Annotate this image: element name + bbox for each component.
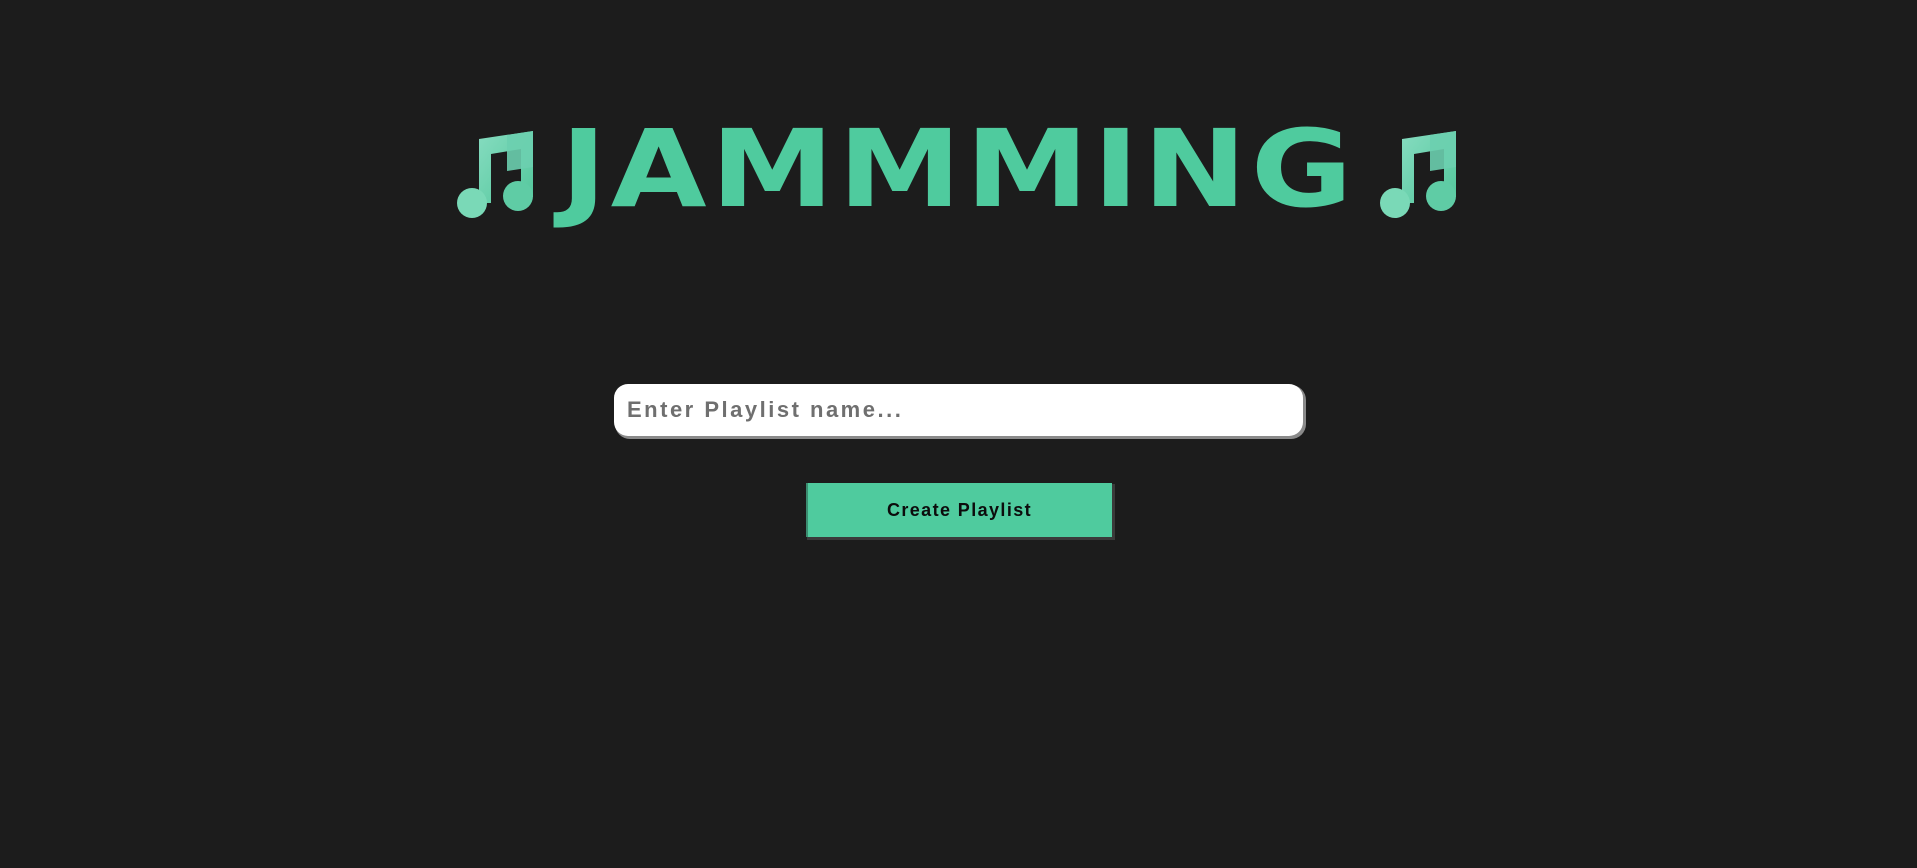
create-playlist-form: Create Playlist [0,384,1917,537]
create-playlist-button[interactable]: Create Playlist [805,483,1112,537]
app-page: JAMMMING Create Playlist [0,0,1917,868]
music-note-icon [455,127,539,219]
app-header: JAMMMING [0,110,1917,230]
music-note-icon [1378,127,1462,219]
app-logo-title: JAMMMING [560,108,1357,232]
playlist-name-input[interactable] [614,384,1303,436]
